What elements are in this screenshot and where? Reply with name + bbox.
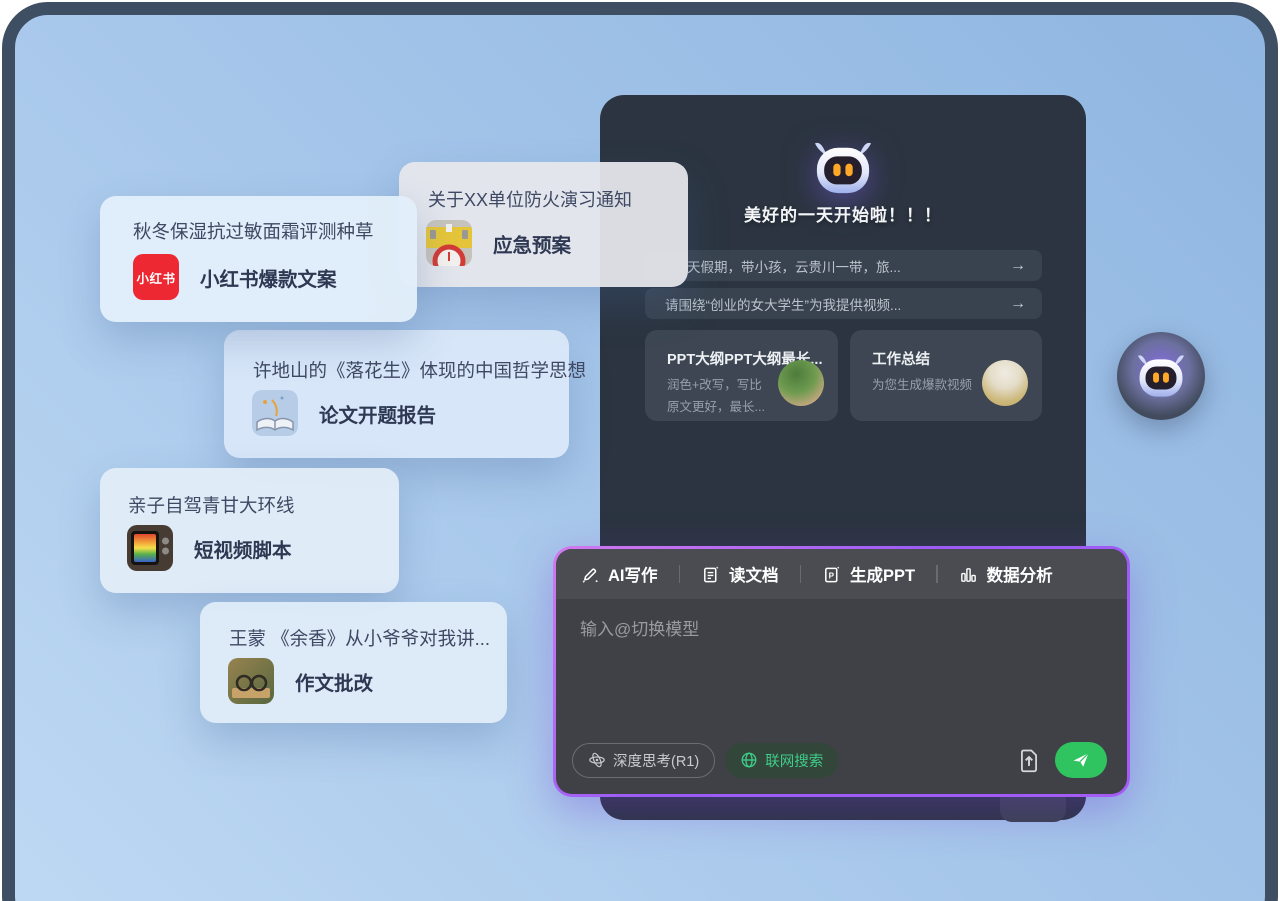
prompt-card-desc: 原文更好，最长... [667,396,765,415]
fire-alarm-photo-icon [426,220,472,266]
card-label: 论文开题报告 [319,399,436,428]
web-search-toggle[interactable]: 联网搜索 [725,743,838,778]
tab-read-document[interactable]: 读文档 [701,562,779,586]
document-sparkle-icon [701,565,720,584]
assistant-floating-button[interactable] [1117,332,1205,420]
divider [679,565,681,583]
prompt-card-ppt-outline[interactable]: PPT大纲PPT大纲最长... 润色+改写，写比 原文更好，最长... [645,330,838,421]
avatar [778,360,824,406]
tab-label: 读文档 [729,562,779,586]
card-title: 王蒙 《余香》从小爷爷对我讲... [229,625,490,651]
deep-think-toggle[interactable]: 深度思考(R1) [572,743,715,778]
card-title: 关于XX单位防火演习通知 [428,186,632,212]
card-thesis-proposal[interactable]: 许地山的《落花生》体现的中国哲学思想 论文开题报告 [224,330,569,458]
card-label: 应急预案 [493,229,571,258]
tab-label: AI写作 [608,562,658,586]
tab-ai-writing[interactable]: AI写作 [580,562,658,586]
card-short-video-script[interactable]: 亲子自驾青甘大环线 短视频脚本 [100,468,399,593]
composer-tab-bar: AI写作 读文档 P [556,549,1127,599]
app-window: 美好的一天开始啦！！！ 天假期，带小孩，云贵川一带，旅... → 请围绕“创业的… [0,0,1280,901]
send-button[interactable] [1055,742,1107,778]
svg-text:P: P [829,571,835,580]
bar-chart-icon [959,565,978,584]
suggestion-text: 天假期，带小孩，云贵川一带，旅... [687,256,1002,276]
web-search-label: 联网搜索 [765,750,823,771]
suggestion-text: 请围绕“创业的女大学生”为我提供视频... [665,294,1002,314]
tab-label: 数据分析 [987,562,1053,586]
open-book-photo-icon [252,390,298,436]
card-label: 作文批改 [295,667,373,696]
tab-generate-ppt[interactable]: P 生成PPT [822,562,915,586]
card-label: 小红书爆款文案 [200,263,337,292]
prompt-card-title: 工作总结 [872,348,930,369]
composer-toolbar: 深度思考(R1) 联网搜索 [572,742,1107,778]
tab-data-analysis[interactable]: 数据分析 [959,562,1053,586]
atom-icon [588,751,606,769]
card-title: 秋冬保湿抗过敏面霜评测种草 [133,218,374,244]
card-xiaohongshu-copy[interactable]: 秋冬保湿抗过敏面霜评测种草 小红书 小红书爆款文案 [100,196,417,322]
glasses-book-photo-icon [228,658,274,704]
deep-think-label: 深度思考(R1) [613,750,699,771]
card-title: 许地山的《落花生》体现的中国哲学思想 [253,357,586,383]
avatar [982,360,1028,406]
prompt-card-desc: 润色+改写，写比 [667,374,762,393]
message-input[interactable] [556,599,1127,738]
divider [800,565,802,583]
divider [936,565,938,583]
arrow-right-icon: → [1010,257,1026,275]
paper-plane-icon [1071,750,1091,770]
card-essay-correction[interactable]: 王蒙 《余香》从小爷爷对我讲... 作文批改 [200,602,507,723]
prompt-card-desc: 为您生成爆款视频 [872,374,972,393]
prompt-card-work-summary[interactable]: 工作总结 为您生成爆款视频 [850,330,1042,421]
card-label: 短视频脚本 [194,534,292,563]
arrow-right-icon: → [1010,295,1026,313]
tab-label: 生成PPT [850,562,915,586]
card-title: 亲子自驾青甘大环线 [128,492,295,518]
pen-sparkle-icon [580,565,599,584]
globe-icon [740,751,758,769]
ppt-file-icon: P [822,565,841,584]
card-emergency-plan[interactable]: 关于XX单位防火演习通知 应急预案 [399,162,688,287]
composer-panel: AI写作 读文档 P [553,546,1130,797]
suggestion-pill-2[interactable]: 请围绕“创业的女大学生”为我提供视频... → [645,288,1042,319]
xiaohongshu-logo-icon: 小红书 [133,254,179,300]
suggestion-pill-1[interactable]: 天假期，带小孩，云贵川一带，旅... → [645,250,1042,281]
retro-tv-photo-icon [127,525,173,571]
upload-file-icon [1017,747,1041,773]
robot-mascot-icon [1134,352,1188,400]
upload-file-button[interactable] [1013,743,1045,777]
